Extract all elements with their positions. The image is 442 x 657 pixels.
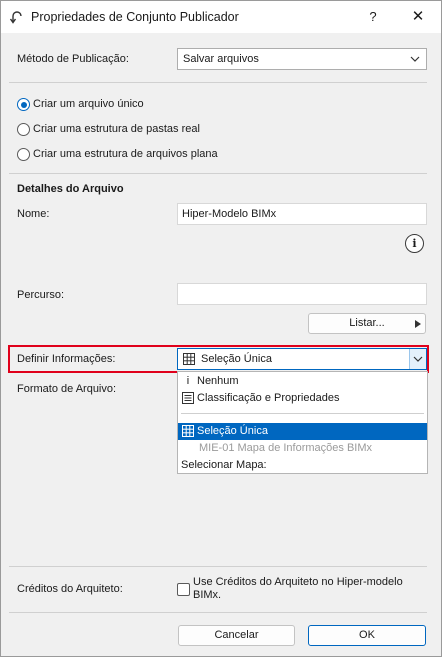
radio-label: Criar uma estrutura de arquivos plana bbox=[33, 148, 218, 160]
publish-method-label: Método de Publicação: bbox=[17, 53, 129, 65]
title-bar: Propriedades de Conjunto Publicador ? ✕ bbox=[1, 1, 441, 33]
divider bbox=[9, 566, 427, 567]
radio-button[interactable] bbox=[17, 148, 30, 161]
info-icon: i bbox=[186, 375, 190, 387]
architect-credits-checkbox[interactable] bbox=[177, 583, 190, 596]
file-details-heading: Detalhes do Arquivo bbox=[17, 183, 124, 195]
dropdown-divider bbox=[181, 413, 424, 414]
ok-button[interactable]: OK bbox=[308, 625, 426, 646]
divider bbox=[9, 82, 427, 83]
radio-real-folder-structure[interactable]: Criar uma estrutura de pastas real bbox=[17, 122, 267, 138]
name-field-value: Hiper-Modelo BIMx bbox=[182, 208, 277, 220]
close-button[interactable]: ✕ bbox=[399, 5, 437, 29]
window-title: Propriedades de Conjunto Publicador bbox=[31, 10, 239, 24]
publish-method-value: Salvar arquivos bbox=[183, 53, 259, 65]
path-label: Percurso: bbox=[17, 289, 65, 301]
architect-credits-checkbox-label: Use Créditos do Arquiteto no Hiper-model… bbox=[193, 576, 403, 601]
document-list-icon bbox=[182, 392, 194, 404]
radio-button[interactable] bbox=[17, 123, 30, 136]
app-arrow-icon bbox=[9, 11, 22, 24]
file-format-label: Formato de Arquivo: bbox=[17, 383, 117, 395]
dropdown-item-single-selection[interactable]: Seleção Única bbox=[178, 423, 427, 440]
radio-label: Criar uma estrutura de pastas real bbox=[33, 123, 200, 135]
dropdown-item-select-map[interactable]: Selecionar Mapa: bbox=[178, 457, 427, 474]
define-info-dropdown-list: i Nenhum Classificação e Propriedades Se… bbox=[177, 371, 428, 474]
dropdown-item-label: Nenhum bbox=[197, 375, 239, 387]
radio-single-file[interactable]: Criar um arquivo único bbox=[17, 97, 267, 113]
architect-credits-label: Créditos do Arquiteto: bbox=[17, 583, 123, 595]
dropdown-item-bimx-map: MIE-01 Mapa de Informações BIMx bbox=[178, 440, 427, 457]
dropdown-item-label: Seleção Única bbox=[197, 425, 268, 437]
dropdown-item-label: MIE-01 Mapa de Informações BIMx bbox=[199, 442, 373, 454]
dialog-window: Propriedades de Conjunto Publicador ? ✕ … bbox=[0, 0, 442, 657]
name-label: Nome: bbox=[17, 208, 50, 220]
grid-table-icon bbox=[182, 425, 194, 437]
dropdown-item-none[interactable]: i Nenhum bbox=[178, 373, 427, 390]
browse-button[interactable]: Listar... bbox=[308, 313, 426, 334]
radio-flat-file-structure[interactable]: Criar uma estrutura de arquivos plana bbox=[17, 147, 267, 163]
help-button[interactable]: ? bbox=[356, 5, 390, 29]
radio-label: Criar um arquivo único bbox=[33, 98, 144, 110]
dropdown-item-classification[interactable]: Classificação e Propriedades bbox=[178, 390, 427, 407]
dropdown-item-label: Selecionar Mapa: bbox=[181, 459, 267, 471]
info-icon[interactable]: i bbox=[405, 234, 424, 253]
browse-button-label: Listar... bbox=[349, 317, 385, 329]
triangle-right-icon bbox=[415, 320, 421, 328]
name-field[interactable]: Hiper-Modelo BIMx bbox=[177, 203, 427, 225]
divider bbox=[9, 612, 427, 613]
radio-button-checked[interactable] bbox=[17, 98, 30, 111]
annotation-highlight bbox=[8, 345, 429, 373]
dropdown-item-label: Classificação e Propriedades bbox=[197, 392, 340, 404]
divider bbox=[9, 173, 427, 174]
publish-method-combo[interactable]: Salvar arquivos bbox=[177, 48, 427, 70]
chevron-down-icon bbox=[410, 56, 420, 62]
cancel-button[interactable]: Cancelar bbox=[178, 625, 295, 646]
path-field[interactable] bbox=[177, 283, 427, 305]
